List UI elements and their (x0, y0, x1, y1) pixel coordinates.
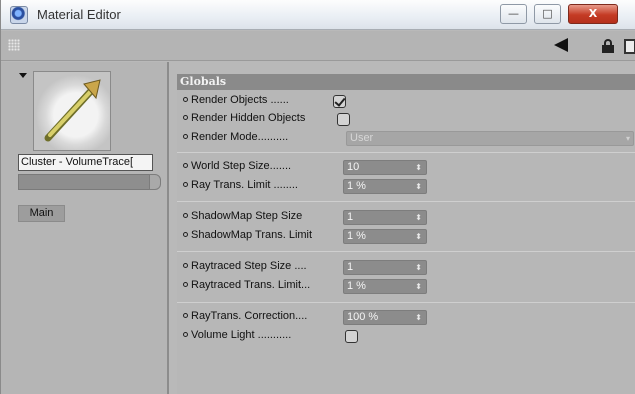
material-slider-knob[interactable] (149, 174, 161, 190)
minimize-icon: — (508, 7, 519, 20)
shadowmap-step-size-input[interactable]: 1 ⬍ (343, 210, 427, 225)
globals-header[interactable]: Globals (177, 74, 635, 90)
raytrans-correction-input[interactable]: 100 % ⬍ (343, 310, 427, 325)
material-editor-window: Material Editor — □ X Cluster - VolumeTr… (0, 0, 635, 394)
bullet-icon (183, 97, 188, 102)
bullet-icon (183, 163, 188, 168)
row-raytraced-step-size: Raytraced Step Size .... 1 ⬍ (177, 258, 635, 277)
spinner-arrows-icon[interactable]: ⬍ (415, 280, 422, 293)
minimize-button[interactable]: — (500, 4, 527, 24)
close-icon: X (588, 7, 598, 20)
volume-light-checkbox[interactable] (345, 330, 358, 343)
app-icon (10, 6, 28, 24)
row-world-step-size: World Step Size....... 10 ⬍ (177, 158, 635, 177)
spinner-arrows-icon[interactable]: ⬍ (415, 180, 422, 193)
toolbar (1, 31, 635, 61)
row-raytrans-correction: RayTrans. Correction.... 100 % ⬍ (177, 308, 635, 327)
row-render-hidden-objects: Render Hidden Objects (177, 110, 635, 129)
render-hidden-objects-label: Render Hidden Objects (183, 112, 305, 124)
render-hidden-objects-checkbox[interactable] (337, 113, 350, 126)
divider (177, 251, 635, 252)
spinner-arrows-icon[interactable]: ⬍ (415, 261, 422, 274)
row-ray-trans-limit: Ray Trans. Limit ........ 1 % ⬍ (177, 177, 635, 196)
raytraced-trans-limit-value: 1 % (347, 280, 366, 292)
back-arrow-icon[interactable] (554, 38, 568, 52)
spinner-arrows-icon[interactable]: ⬍ (415, 311, 422, 324)
raytraced-step-size-value: 1 (347, 261, 354, 273)
bullet-icon (183, 182, 188, 187)
bullet-icon (183, 263, 188, 268)
bullet-icon (183, 332, 188, 337)
row-render-mode: Render Mode.......... User ▾ (177, 129, 635, 148)
render-objects-checkbox[interactable] (333, 95, 346, 108)
title-bar[interactable]: Material Editor — □ X (1, 0, 635, 30)
material-preview[interactable] (33, 71, 111, 151)
row-shadowmap-trans-limit: ShadowMap Trans. Limit 1 % ⬍ (177, 227, 635, 246)
bullet-icon (183, 282, 188, 287)
maximize-icon: □ (542, 7, 553, 20)
raytrans-correction-value: 100 % (347, 311, 379, 323)
material-sidebar: Cluster - VolumeTrace[ Main (1, 62, 169, 394)
shadowmap-trans-limit-value: 1 % (347, 230, 366, 242)
spinner-arrows-icon[interactable]: ⬍ (415, 230, 422, 243)
window-title: Material Editor (37, 7, 121, 22)
maximize-button[interactable]: □ (534, 4, 561, 24)
drag-grip-icon[interactable] (8, 39, 20, 51)
ray-trans-limit-value: 1 % (347, 180, 366, 192)
volume-trace-preview-icon (44, 79, 101, 142)
world-step-size-input[interactable]: 10 ⬍ (343, 160, 427, 175)
render-mode-label: Render Mode.......... (183, 131, 288, 143)
material-name-field[interactable]: Cluster - VolumeTrace[ (18, 154, 153, 171)
lock-icon[interactable] (602, 39, 614, 53)
panel-toggle-button[interactable] (624, 39, 635, 54)
tab-main[interactable]: Main (18, 205, 65, 222)
raytraced-step-size-label: Raytraced Step Size .... (183, 260, 307, 272)
material-slider-track[interactable] (18, 174, 151, 190)
globals-panel: Globals Render Objects ...... Render Hid… (177, 74, 635, 394)
bullet-icon (183, 213, 188, 218)
bullet-icon (183, 232, 188, 237)
row-volume-light: Volume Light ........... (177, 327, 635, 346)
render-mode-dropdown[interactable]: User ▾ (346, 131, 634, 146)
divider (177, 152, 635, 153)
row-raytraced-trans-limit: Raytraced Trans. Limit... 1 % ⬍ (177, 277, 635, 296)
bullet-icon (183, 313, 188, 318)
spinner-arrows-icon[interactable]: ⬍ (415, 211, 422, 224)
volume-light-label: Volume Light ........... (183, 329, 291, 341)
close-button[interactable]: X (568, 4, 618, 24)
raytraced-step-size-input[interactable]: 1 ⬍ (343, 260, 427, 275)
ray-trans-limit-label: Ray Trans. Limit ........ (183, 179, 298, 191)
divider (177, 201, 635, 202)
shadowmap-step-size-label: ShadowMap Step Size (183, 210, 302, 222)
bullet-icon (183, 115, 188, 120)
row-shadowmap-step-size: ShadowMap Step Size 1 ⬍ (177, 208, 635, 227)
divider (177, 302, 635, 303)
render-objects-label: Render Objects ...... (183, 94, 289, 106)
shadowmap-trans-limit-input[interactable]: 1 % ⬍ (343, 229, 427, 244)
raytraced-trans-limit-label: Raytraced Trans. Limit... (183, 279, 310, 291)
render-mode-value: User (350, 132, 374, 144)
shadowmap-step-size-value: 1 (347, 211, 354, 223)
shadowmap-trans-limit-label: ShadowMap Trans. Limit (183, 229, 312, 241)
ray-trans-limit-input[interactable]: 1 % ⬍ (343, 179, 427, 194)
row-render-objects: Render Objects ...... (177, 92, 635, 111)
raytrans-correction-label: RayTrans. Correction.... (183, 310, 307, 322)
collapse-triangle-icon[interactable] (19, 73, 27, 78)
world-step-size-label: World Step Size....... (183, 160, 291, 172)
spinner-arrows-icon[interactable]: ⬍ (415, 161, 422, 174)
bullet-icon (183, 134, 188, 139)
world-step-size-value: 10 (347, 161, 360, 173)
raytraced-trans-limit-input[interactable]: 1 % ⬍ (343, 279, 427, 294)
chevron-down-icon: ▾ (625, 134, 630, 143)
